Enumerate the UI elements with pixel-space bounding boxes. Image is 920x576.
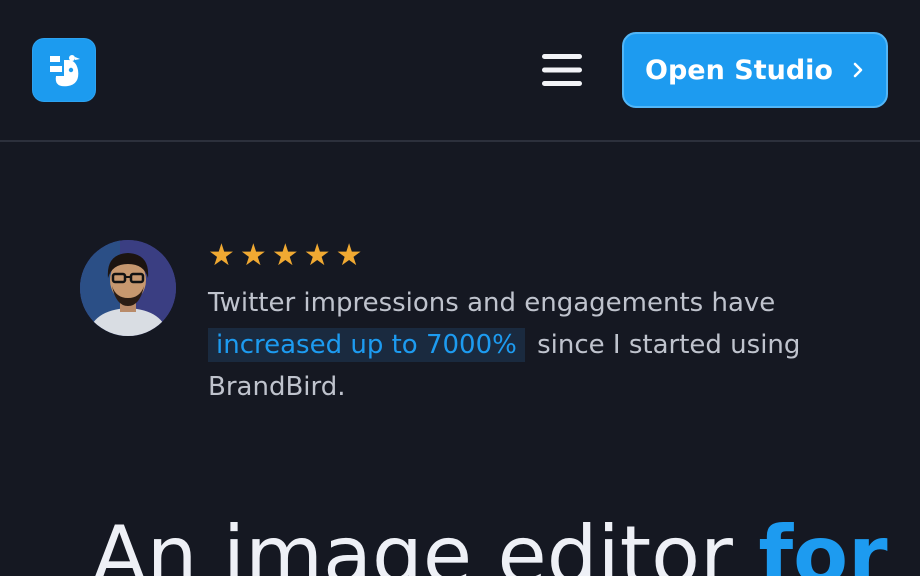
headline-accent: for <box>758 509 888 576</box>
page: Open Studio ★ ★ ★ ★ ★ Twitter impression… <box>0 0 920 576</box>
reviewer-avatar <box>80 240 176 336</box>
quote-highlight: increased up to 7000% <box>208 328 525 362</box>
star-rating: ★ ★ ★ ★ ★ <box>208 240 363 272</box>
star-icon: ★ <box>303 238 331 273</box>
open-studio-button[interactable]: Open Studio <box>622 32 888 108</box>
star-icon: ★ <box>271 238 299 273</box>
star-icon: ★ <box>208 238 235 273</box>
brandbird-logo[interactable] <box>32 38 96 102</box>
open-studio-label: Open Studio <box>645 54 833 86</box>
quote-text-start: Twitter impressions and engagements have <box>208 288 776 318</box>
hero-headline: An image editor for <box>92 508 888 576</box>
testimonial-quote: Twitter impressions and engagements have… <box>208 282 848 408</box>
chevron-right-icon <box>851 60 865 80</box>
top-navbar: Open Studio <box>0 0 920 142</box>
star-icon: ★ <box>335 238 363 273</box>
bird-logo-icon <box>50 55 80 87</box>
star-icon: ★ <box>239 238 267 273</box>
hamburger-menu-icon <box>542 54 582 86</box>
menu-button[interactable] <box>536 46 588 94</box>
headline-main: An image editor <box>92 509 733 576</box>
